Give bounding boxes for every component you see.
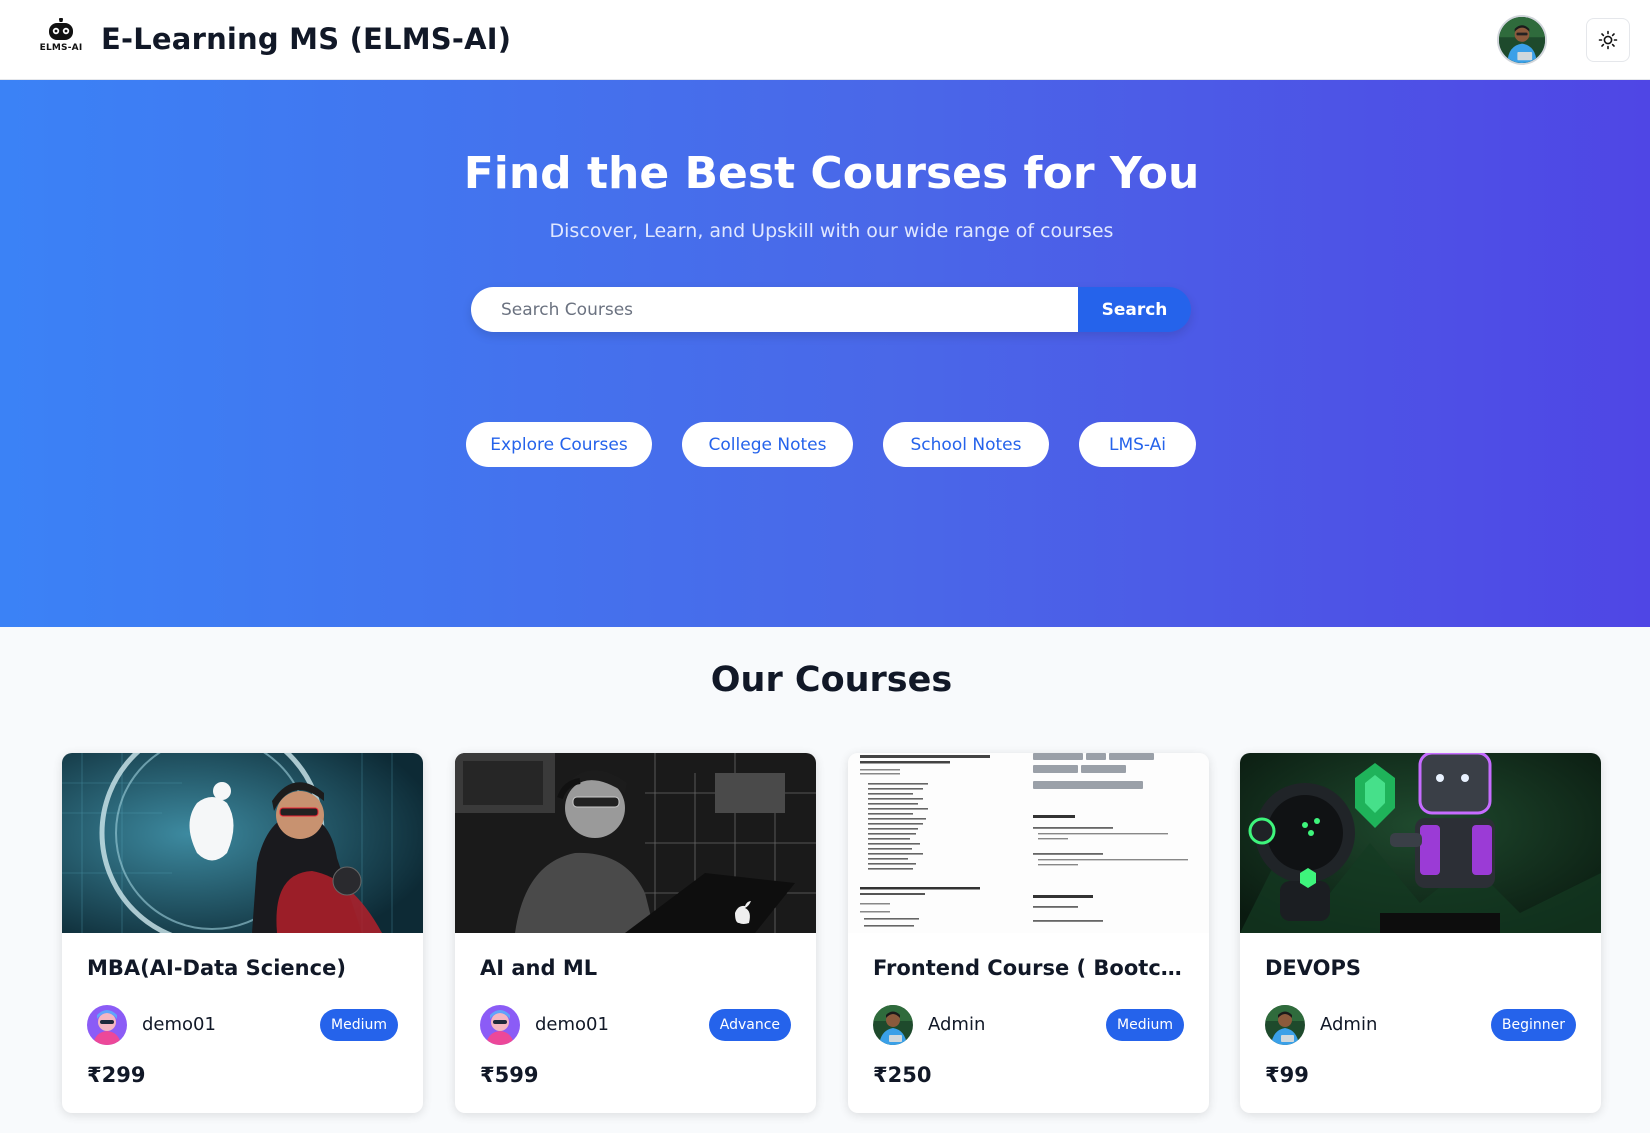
course-card[interactable]: AI and ML demo01 Advance ₹599 [455, 753, 816, 1113]
instructor-name: Admin [928, 1014, 986, 1035]
top-navbar: ELMS-AI E-Learning MS (ELMS-AI) [0, 0, 1650, 80]
course-thumbnail [848, 753, 1209, 933]
courses-heading: Our Courses [710, 660, 953, 700]
course-thumbnail [455, 753, 816, 933]
hero-subtitle: Discover, Learn, and Upskill with our wi… [549, 220, 1114, 242]
app-logo[interactable]: ELMS-AI [36, 18, 86, 58]
search-bar: Search [471, 287, 1191, 332]
instructor-name: demo01 [142, 1014, 216, 1035]
instructor-avatar [1265, 1005, 1305, 1045]
course-card[interactable]: Frontend Course ( Bootcam... Admin Mediu… [848, 753, 1209, 1113]
course-price: ₹299 [87, 1063, 146, 1087]
instructor-avatar [87, 1005, 127, 1045]
course-card[interactable]: DEVOPS Admin Beginner ₹99 [1240, 753, 1601, 1113]
course-thumbnail [1240, 753, 1601, 933]
course-thumbnail [62, 753, 423, 933]
course-title: Frontend Course ( Bootcam... [873, 956, 1193, 980]
instructor-name: Admin [1320, 1014, 1378, 1035]
search-button[interactable]: Search [1078, 287, 1191, 332]
college-notes-button[interactable]: College Notes [682, 422, 853, 467]
instructor-avatar [873, 1005, 913, 1045]
course-price: ₹599 [480, 1063, 539, 1087]
search-input[interactable] [471, 287, 1078, 332]
level-badge: Medium [320, 1009, 398, 1041]
course-title: MBA(AI-Data Science) [87, 956, 346, 980]
explore-courses-button[interactable]: Explore Courses [466, 422, 652, 467]
course-title: AI and ML [480, 956, 598, 980]
lms-ai-button[interactable]: LMS-Ai [1079, 422, 1196, 467]
level-badge: Beginner [1490, 1009, 1576, 1041]
level-badge: Advance [708, 1009, 791, 1041]
instructor-avatar [480, 1005, 520, 1045]
avatar-image [1499, 17, 1545, 63]
hero-title: Find the Best Courses for You [463, 148, 1200, 199]
logo-text: ELMS-AI [39, 43, 83, 53]
level-badge: Medium [1106, 1009, 1184, 1041]
course-price: ₹99 [1265, 1063, 1309, 1087]
course-title: DEVOPS [1265, 956, 1362, 980]
theme-toggle-button[interactable] [1586, 18, 1630, 62]
course-price: ₹250 [873, 1063, 932, 1087]
instructor-name: demo01 [535, 1014, 609, 1035]
app-title: E-Learning MS (ELMS-AI) [101, 22, 512, 56]
school-notes-button[interactable]: School Notes [883, 422, 1049, 467]
robot-logo-icon [49, 18, 73, 40]
course-card[interactable]: MBA(AI-Data Science) demo01 Medium ₹299 [62, 753, 423, 1113]
sun-icon [1598, 30, 1618, 50]
hero-section: Find the Best Courses for You Discover, … [0, 80, 1650, 627]
user-avatar[interactable] [1497, 15, 1547, 65]
